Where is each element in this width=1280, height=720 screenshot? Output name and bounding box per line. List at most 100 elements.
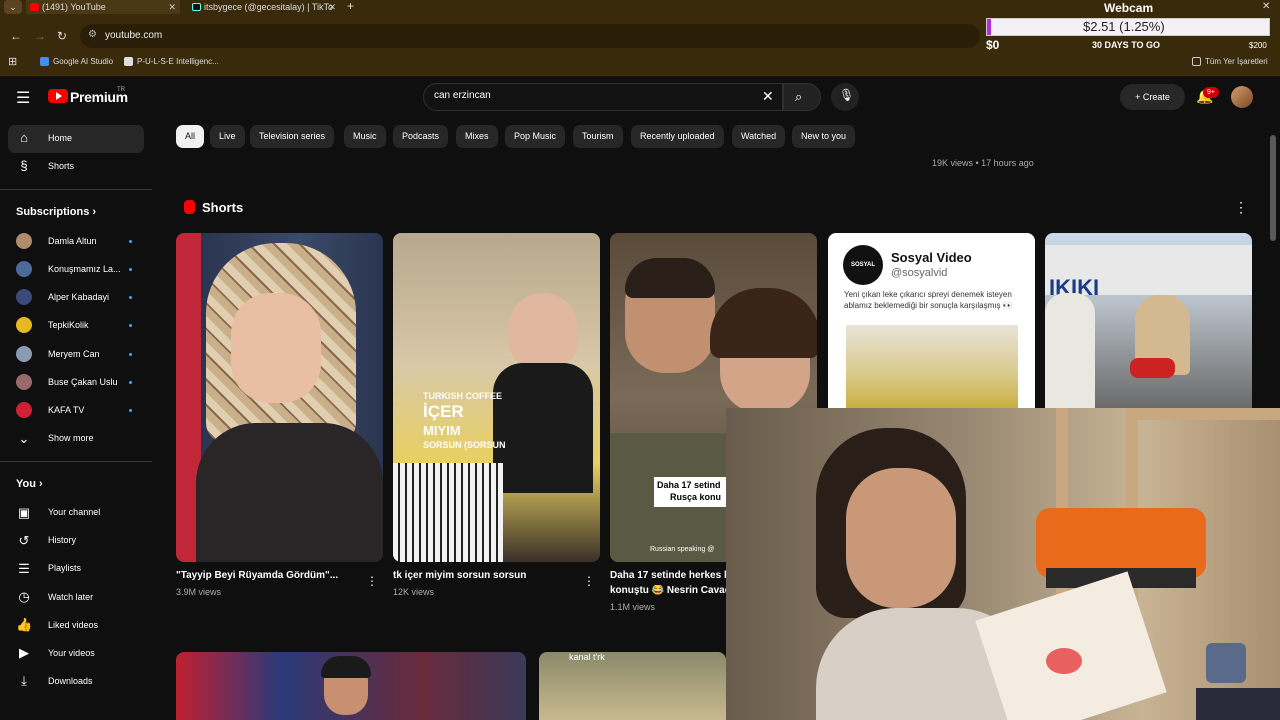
chip-watched[interactable]: Watched: [732, 125, 786, 148]
sidebar-item-subscription[interactable]: Alper Kabadayi: [48, 292, 109, 302]
tab-youtube[interactable]: (1491) YouTube ✕: [26, 0, 180, 14]
short-title[interactable]: "Tayyip Beyi Rüyamda Gördüm"...: [176, 570, 361, 581]
close-icon[interactable]: ✕: [328, 0, 336, 14]
liked-icon: 👍: [16, 617, 33, 632]
bookmark-all[interactable]: Tüm Yer İşaretleri: [1192, 57, 1268, 67]
card-name: Sosyal Video: [891, 250, 972, 265]
avatar[interactable]: [16, 317, 32, 333]
avatar[interactable]: [16, 233, 32, 249]
back-icon[interactable]: ←: [10, 29, 22, 43]
clear-search-icon[interactable]: ✕: [762, 88, 774, 105]
sidebar-item-subscription[interactable]: Meryem Can: [48, 349, 100, 359]
sidebar-item-subscription[interactable]: Konuşmamız La...: [48, 264, 121, 274]
chip-new-to-you[interactable]: New to you: [792, 125, 856, 148]
forward-icon[interactable]: →: [34, 29, 46, 43]
search-value[interactable]: can erzincan: [434, 90, 491, 101]
goal-progress-fill: [987, 19, 991, 35]
folder-icon: [1192, 57, 1201, 67]
sidebar-item-downloads[interactable]: Downloads: [48, 676, 93, 686]
sosyal-video-logo: SOSYAL VIDEO: [843, 245, 883, 308]
apps-grid-icon[interactable]: ⊞: [8, 55, 17, 68]
chip-pop-music[interactable]: Pop Music: [505, 125, 566, 148]
avatar[interactable]: [16, 402, 32, 418]
sidebar-item-subscription[interactable]: KAFA TV: [48, 405, 84, 415]
short-thumbnail[interactable]: IKIKI: [1045, 233, 1252, 408]
webcam-shelf: [1136, 408, 1280, 420]
goal-amount: $2.51 (1.25%): [1083, 19, 1165, 34]
voice-search-button[interactable]: 🎙: [831, 83, 859, 111]
webcam-face: [846, 468, 956, 608]
short-title[interactable]: tk içer miyim sorsun sorsun: [393, 570, 578, 581]
short-thumbnail[interactable]: TURKISH COFFEE İÇER MIYIM SORSUN (SORSUN: [393, 233, 600, 562]
tab-title: itsbygece (@gecesitalay) | TikTo: [204, 2, 334, 12]
youtube-favicon-icon: [30, 3, 39, 11]
thumbnail-face: [508, 293, 578, 373]
card-image: [846, 325, 1018, 408]
avatar[interactable]: [16, 374, 32, 390]
new-content-dot: [129, 296, 132, 299]
youtube-logo-icon[interactable]: [48, 89, 68, 103]
chip-live[interactable]: Live: [210, 125, 245, 148]
sidebar-item-liked-videos[interactable]: Liked videos: [48, 620, 98, 630]
sidebar-item-your-channel[interactable]: Your channel: [48, 507, 100, 517]
short-title-line2[interactable]: konuştu 😂 Nesrin Cavad: [610, 585, 726, 596]
sidebar-item-label[interactable]: Shorts: [48, 161, 74, 171]
sidebar-item-subscription[interactable]: Damla Altun: [48, 236, 97, 246]
bookmark-pulse[interactable]: P-U-L-S-E Intelligenc...: [124, 57, 219, 67]
you-heading[interactable]: You ›: [16, 478, 43, 490]
new-tab-button[interactable]: +: [347, 0, 354, 13]
short-thumbnail-card[interactable]: SOSYAL VIDEO Sosyal Video @sosyalvid Yen…: [828, 233, 1035, 408]
sidebar-item-playlists[interactable]: Playlists: [48, 563, 81, 573]
tab-tiktok[interactable]: itsbygece (@gecesitalay) | TikTo ✕: [188, 0, 340, 14]
thumbnail-caption: kanal t'rk: [569, 652, 605, 662]
sidebar-item-subscription[interactable]: Buse Çakan Uslu: [48, 377, 118, 387]
reload-icon[interactable]: ↻: [57, 29, 67, 43]
avatar[interactable]: [16, 346, 32, 362]
tab-title: (1491) YouTube: [42, 2, 106, 12]
avatar[interactable]: [1231, 86, 1253, 108]
short-views: 1.1M views: [610, 602, 656, 612]
bookmark-google-ai-studio[interactable]: Google AI Studio: [40, 57, 113, 67]
chip-television-series[interactable]: Television series: [250, 125, 335, 148]
close-icon[interactable]: ✕: [168, 0, 176, 14]
window-close-icon[interactable]: ✕: [1262, 0, 1270, 14]
chip-music[interactable]: Music: [344, 125, 386, 148]
sidebar-item-watch-later[interactable]: Watch later: [48, 592, 93, 602]
chip-mixes[interactable]: Mixes: [456, 125, 498, 148]
chevron-down-icon: ⌄: [18, 431, 30, 446]
sidebar-item-your-videos[interactable]: Your videos: [48, 648, 95, 658]
more-vert-icon[interactable]: ⋮: [583, 574, 595, 588]
url-text[interactable]: youtube.com: [105, 30, 162, 41]
search-button[interactable]: ⌕: [783, 83, 821, 111]
sidebar-item-label[interactable]: Home: [48, 133, 72, 143]
thumbnail-caption: SORSUN (SORSUN: [423, 440, 506, 450]
chip-tourism[interactable]: Tourism: [573, 125, 623, 148]
chip-podcasts[interactable]: Podcasts: [393, 125, 449, 148]
thumbnail-piano: [393, 463, 503, 562]
subscriptions-heading[interactable]: Subscriptions ›: [16, 206, 96, 218]
more-vert-icon[interactable]: ⋮: [1234, 199, 1248, 216]
avatar[interactable]: [16, 289, 32, 305]
search-icon: ⌕: [795, 89, 803, 104]
video-thumbnail[interactable]: [176, 652, 526, 720]
thumbnail-body: [493, 363, 593, 493]
omnibox[interactable]: [80, 24, 980, 48]
menu-icon[interactable]: ☰: [16, 88, 30, 108]
card-handle: @sosyalvid: [891, 267, 948, 279]
chip-recently-uploaded[interactable]: Recently uploaded: [631, 125, 724, 148]
short-thumbnail[interactable]: [176, 233, 383, 562]
more-vert-icon[interactable]: ⋮: [366, 574, 378, 588]
show-more-button[interactable]: Show more: [48, 433, 94, 443]
avatar[interactable]: [16, 261, 32, 277]
short-views: 12K views: [393, 587, 435, 597]
chip-all[interactable]: All: [176, 125, 205, 148]
sidebar-divider: [0, 461, 152, 462]
page-scrollbar[interactable]: [1270, 135, 1276, 241]
short-title[interactable]: Daha 17 setinde herkes b: [610, 570, 726, 581]
sidebar-item-history[interactable]: History: [48, 535, 76, 545]
video-thumbnail[interactable]: kanal t'rk: [539, 652, 726, 720]
create-button[interactable]: + Create: [1120, 84, 1185, 110]
site-info-icon[interactable]: ⚙: [88, 29, 97, 40]
sidebar-item-subscription[interactable]: TepkiKolik: [48, 320, 89, 330]
tab-list-button[interactable]: ⌄: [4, 0, 22, 14]
